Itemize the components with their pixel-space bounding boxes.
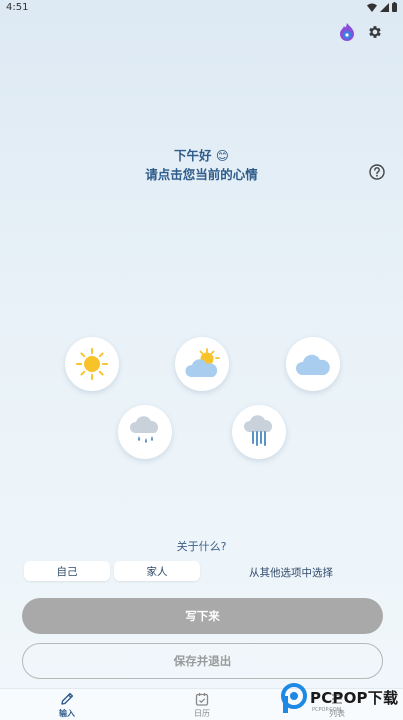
- pcpop-logo-icon: [281, 683, 307, 713]
- premium-button[interactable]: [337, 22, 357, 42]
- question-icon: [369, 164, 385, 180]
- watermark: PCPOP下载 PCPOP.COM: [280, 683, 402, 719]
- nav-item-calendar[interactable]: 日历: [172, 691, 232, 719]
- wifi-icon: [367, 3, 377, 12]
- mood-partly-cloudy-button[interactable]: [175, 337, 229, 391]
- settings-button[interactable]: [365, 22, 385, 42]
- status-time: 4:51: [6, 2, 29, 13]
- mood-heavy-rain-button[interactable]: [232, 405, 286, 459]
- calendar-icon: [195, 693, 209, 706]
- gear-icon: [369, 26, 381, 38]
- greeting: 下午好 😊 请点击您当前的心情: [0, 146, 403, 184]
- status-bar: 4:51: [0, 0, 403, 16]
- cloud-rain-icon: [129, 416, 159, 443]
- flame-icon: [340, 23, 354, 41]
- write-button[interactable]: 写下来: [22, 598, 383, 634]
- mood-cloudy-button[interactable]: [286, 337, 340, 391]
- sun-icon: [76, 348, 108, 380]
- battery-icon: [392, 2, 397, 12]
- sun-cloud-icon: [185, 348, 220, 377]
- greeting-prompt: 请点击您当前的心情: [145, 167, 258, 182]
- about-label: 关于什么?: [176, 540, 227, 553]
- help-button[interactable]: [368, 163, 386, 181]
- pencil-icon: [61, 692, 74, 705]
- top-actions: [337, 22, 385, 42]
- mood-light-rain-button[interactable]: [118, 405, 172, 459]
- watermark-subtext: PCPOP.COM: [312, 707, 342, 713]
- cloud-heavy-rain-icon: [243, 415, 273, 446]
- save-exit-button[interactable]: 保存并退出: [22, 643, 383, 679]
- cloud-icon: [295, 354, 330, 375]
- signal-icon: [380, 2, 389, 12]
- mood-sunny-button[interactable]: [65, 337, 119, 391]
- chip-family[interactable]: 家人: [114, 561, 200, 581]
- greeting-line1: 下午好 😊: [174, 148, 229, 163]
- nav-label-calendar: 日历: [194, 709, 210, 718]
- status-icons: [367, 2, 397, 12]
- chip-self[interactable]: 自己: [24, 561, 110, 581]
- watermark-text: PCPOP下载: [310, 689, 399, 707]
- choose-other-link[interactable]: 从其他选项中选择: [249, 565, 333, 580]
- nav-label-input: 输入: [59, 709, 75, 718]
- nav-item-input[interactable]: 输入: [37, 691, 97, 719]
